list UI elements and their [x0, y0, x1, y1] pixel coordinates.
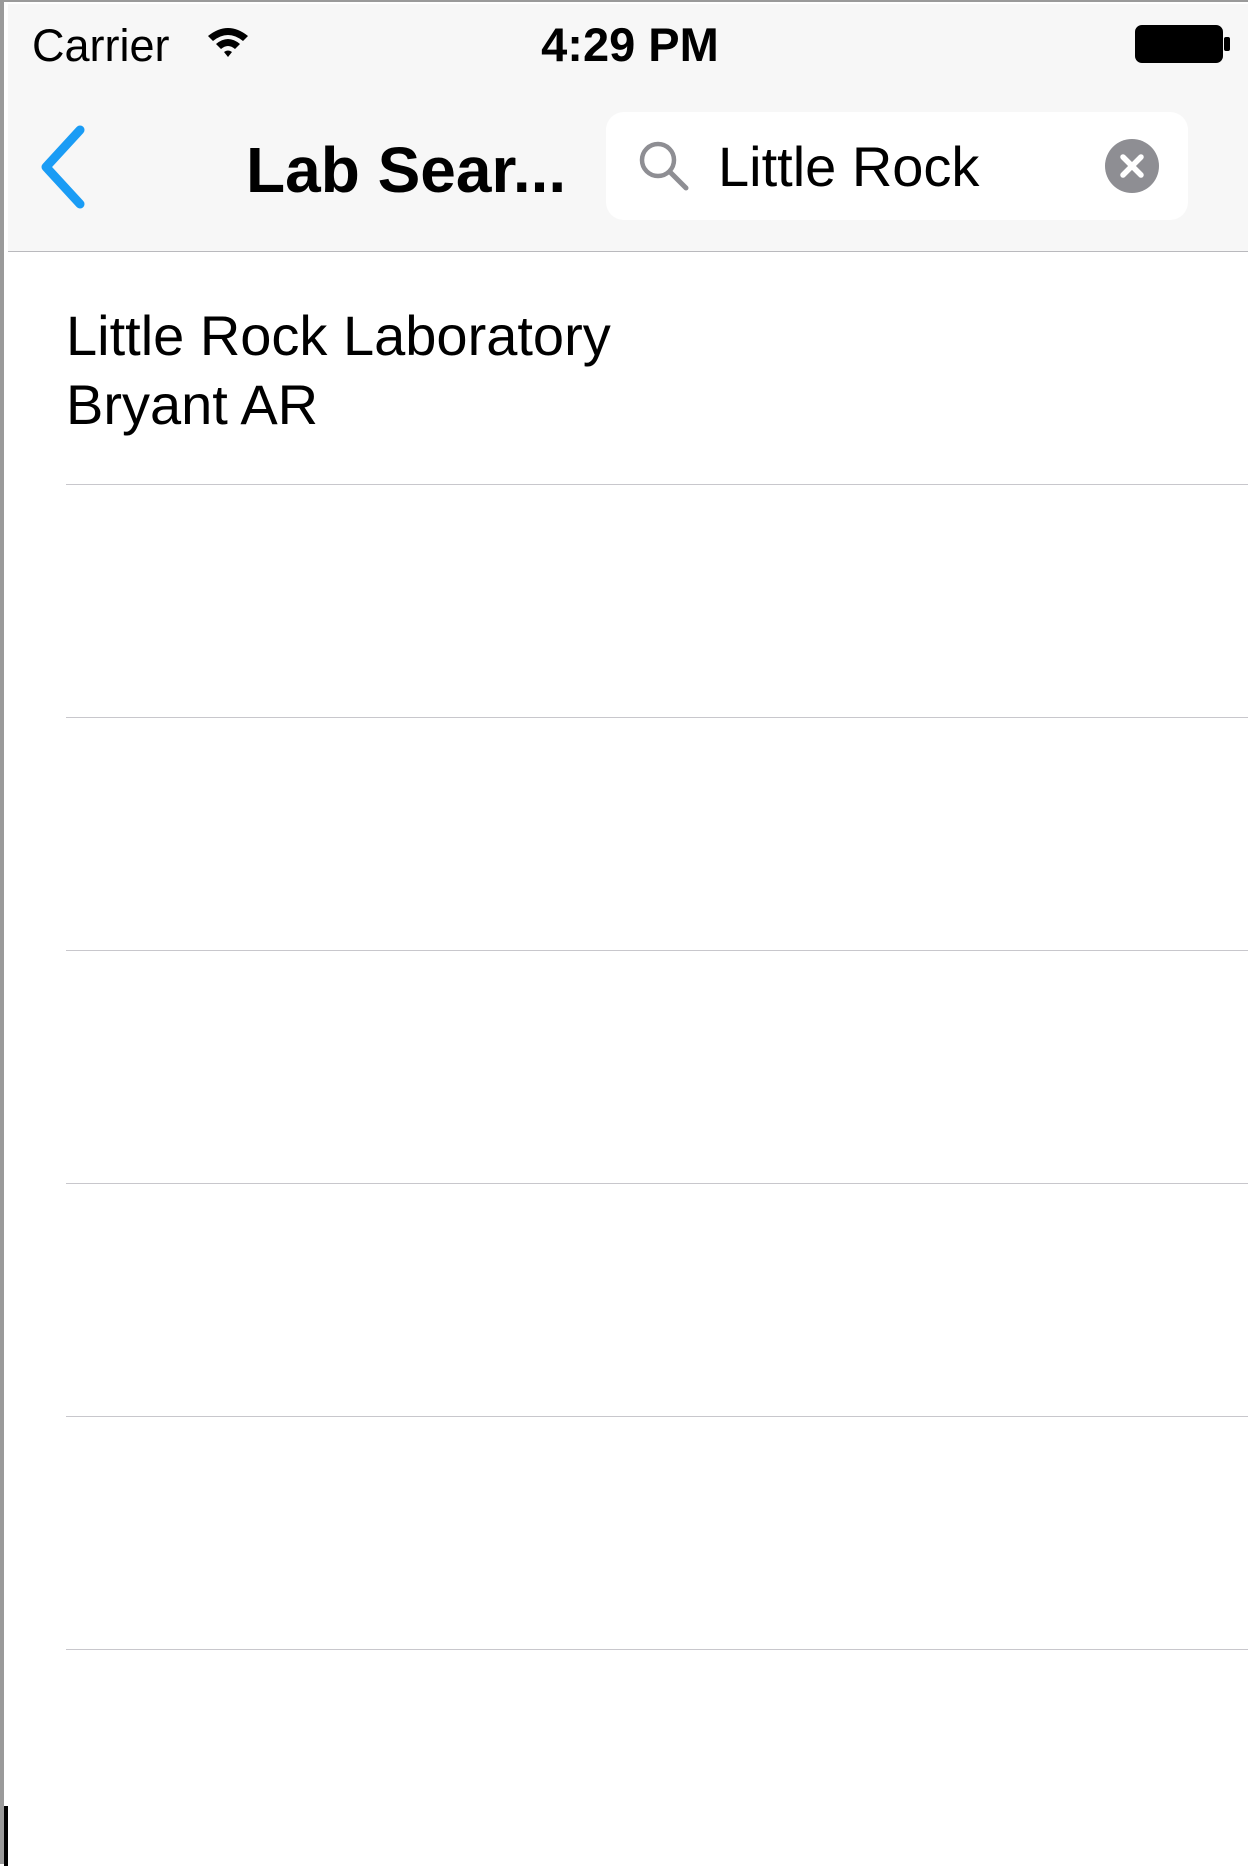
search-field[interactable]	[606, 112, 1188, 220]
back-button[interactable]	[32, 122, 102, 212]
clear-search-button[interactable]	[1104, 138, 1160, 194]
row-subtitle: Bryant AR	[66, 373, 319, 436]
page-title: Lab Sear...	[246, 134, 567, 206]
battery-full-icon	[1135, 25, 1230, 63]
table-row[interactable]: Little Rock Laboratory Bryant AR	[8, 252, 1248, 485]
table-row	[8, 951, 1248, 1184]
table-row	[8, 1417, 1248, 1650]
table-row	[8, 718, 1248, 951]
search-icon	[639, 141, 689, 191]
top-chrome: Carrier 4:29 PM Lab Sear...	[8, 4, 1248, 252]
status-time: 4:29 PM	[541, 18, 719, 71]
results-table: Little Rock Laboratory Bryant AR	[8, 252, 1248, 1650]
table-row	[8, 485, 1248, 718]
navigation-bar: Lab Sear...	[8, 84, 1248, 252]
app-screen: Carrier 4:29 PM Lab Sear... Little Rock …	[0, 0, 1248, 1866]
search-input[interactable]	[718, 126, 1098, 206]
chevron-left-icon	[41, 125, 85, 209]
edge-divider	[4, 1806, 8, 1866]
table-row	[8, 1184, 1248, 1417]
status-bar: Carrier 4:29 PM	[8, 4, 1248, 84]
row-title: Little Rock Laboratory	[66, 304, 611, 367]
